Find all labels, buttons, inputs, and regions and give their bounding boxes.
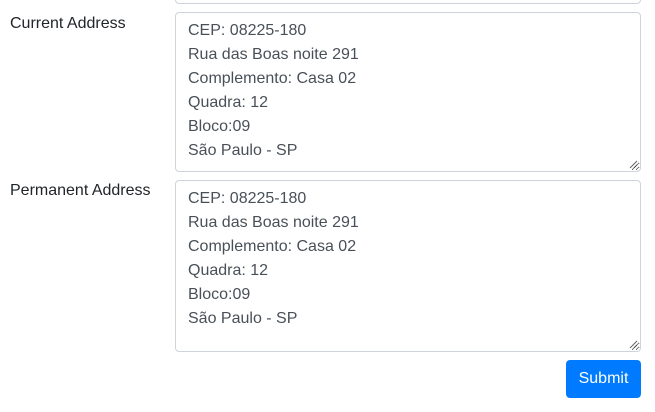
permanent-address-line: Rua das Boas noite 291 (188, 214, 359, 231)
previous-field-edge[interactable] (175, 0, 641, 4)
current-address-line: CEP: 08225-180 (188, 22, 307, 39)
submit-button[interactable]: Submit (566, 360, 641, 398)
permanent-address-line: CEP: 08225-180 (188, 190, 307, 207)
current-address-line: Rua das Boas noite 291 (188, 46, 359, 63)
current-address-line: Quadra: 12 (188, 94, 269, 111)
current-address-row: Current Address CEP: 08225-180 Rua das B… (0, 12, 655, 172)
current-address-line: Complemento: Casa 02 (188, 70, 357, 87)
permanent-address-textarea[interactable]: CEP: 08225-180 Rua das Boas noite 291 Co… (175, 180, 641, 352)
permanent-address-line: Complemento: Casa 02 (188, 238, 357, 255)
permanent-address-label: Permanent Address (10, 182, 151, 199)
current-address-line: São Paulo - SP (188, 142, 298, 159)
resize-grip-icon[interactable] (629, 340, 638, 349)
permanent-address-line: Quadra: 12 (188, 262, 269, 279)
permanent-address-row: Permanent Address CEP: 08225-180 Rua das… (0, 180, 655, 352)
permanent-address-line: Bloco:09 (188, 286, 251, 303)
current-address-line: Bloco:09 (188, 118, 251, 135)
current-address-textarea[interactable]: CEP: 08225-180 Rua das Boas noite 291 Co… (175, 12, 641, 172)
permanent-address-line: São Paulo - SP (188, 310, 298, 327)
current-address-label: Current Address (10, 15, 126, 32)
resize-grip-icon[interactable] (629, 160, 638, 169)
